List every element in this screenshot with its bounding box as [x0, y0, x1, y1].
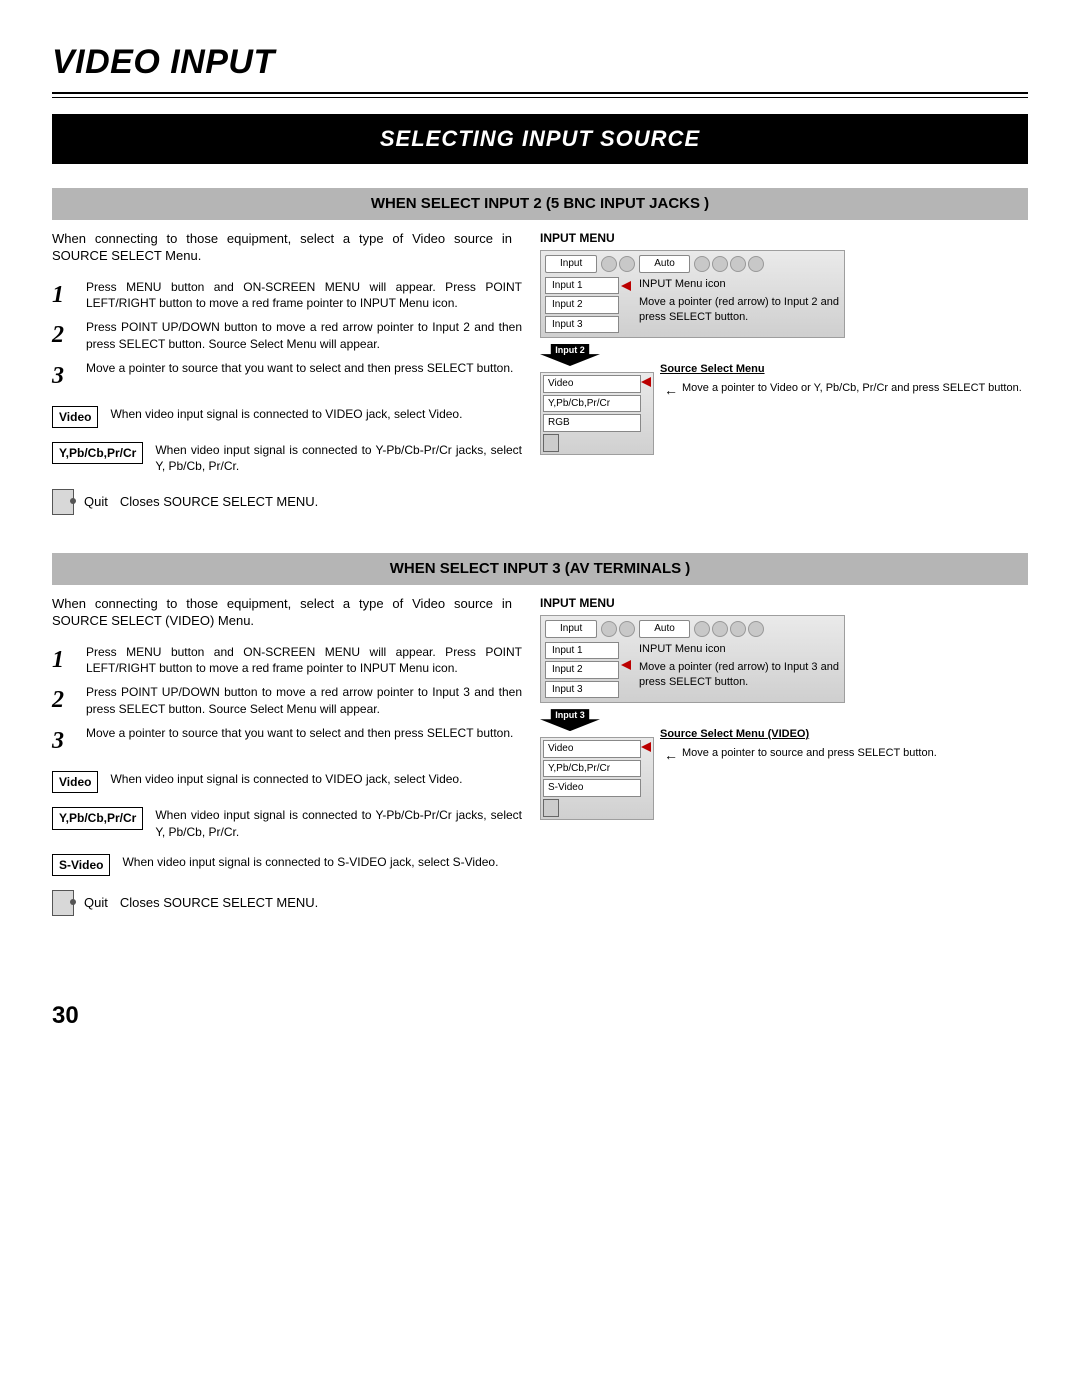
option-ypb-desc: When video input signal is connected to …: [155, 807, 522, 839]
option-quit-label: Quit: [84, 894, 108, 912]
option-svideo-label: S-Video: [52, 854, 110, 876]
intro-text: When connecting to those equipment, sele…: [52, 595, 512, 630]
exit-icon: [543, 434, 559, 452]
pointer-arrow-icon: ←: [664, 381, 678, 400]
option-quit-desc: Closes SOURCE SELECT MENU.: [120, 493, 318, 511]
subhead-input2: WHEN SELECT INPUT 2 (5 BNC INPUT JACKS ): [52, 188, 1028, 220]
step-text: Press POINT UP/DOWN button to move a red…: [86, 319, 522, 351]
option-video-desc: When video input signal is connected to …: [110, 406, 522, 422]
input-menu-screenshot: Input Auto Input 1 Input 2 Input 3 INPUT…: [540, 615, 845, 703]
menu-auto-btn: Auto: [639, 620, 690, 638]
down-arrow-icon: Input 3: [540, 709, 600, 731]
page-title: VIDEO INPUT: [52, 40, 1028, 86]
input-item: Input 3: [545, 681, 619, 699]
menu-icon: [730, 256, 746, 272]
input-item: Input 1: [545, 277, 619, 295]
menu-icon: [601, 256, 617, 272]
input-item: Input 1: [545, 642, 619, 660]
step-num: 2: [52, 684, 86, 716]
quit-icon: [52, 890, 74, 916]
step-num: 3: [52, 360, 86, 392]
section-banner: SELECTING INPUT SOURCE: [52, 114, 1028, 164]
source-menu-title: Source Select Menu (VIDEO): [660, 727, 1028, 742]
option-ypb-label: Y,Pb/Cb,Pr/Cr: [52, 807, 143, 829]
red-arrow-icon: [621, 660, 631, 670]
option-video-desc: When video input signal is connected to …: [110, 771, 522, 787]
option-ypb-desc: When video input signal is connected to …: [155, 442, 522, 474]
option-ypb-label: Y,Pb/Cb,Pr/Cr: [52, 442, 143, 464]
src-item: S-Video: [543, 779, 641, 797]
red-arrow-icon: [641, 377, 651, 387]
red-arrow-icon: [641, 742, 651, 752]
menu-icon: [694, 621, 710, 637]
input-menu-title: INPUT MENU: [540, 595, 1028, 611]
step-text: Move a pointer to source that you want t…: [86, 725, 522, 741]
menu-auto-btn: Auto: [639, 255, 690, 273]
step-num: 1: [52, 279, 86, 311]
rule-heavy: [52, 92, 1028, 94]
src-item: Y,Pb/Cb,Pr/Cr: [543, 760, 641, 778]
input-item: Input 3: [545, 316, 619, 334]
intro-text: When connecting to those equipment, sele…: [52, 230, 512, 265]
step-text: Press MENU button and ON-SCREEN MENU wil…: [86, 279, 522, 311]
source-select-screenshot: Video Y,Pb/Cb,Pr/Cr RGB: [540, 372, 654, 455]
note-text: INPUT Menu icon: [639, 642, 840, 657]
option-video-label: Video: [52, 406, 98, 428]
option-quit-label: Quit: [84, 493, 108, 511]
menu-icon: [748, 621, 764, 637]
option-video-label: Video: [52, 771, 98, 793]
menu-input-btn: Input: [545, 620, 597, 638]
note-text: Move a pointer (red arrow) to Input 2 an…: [639, 295, 840, 325]
input-item: Input 2: [545, 296, 619, 314]
note-text: Move a pointer (red arrow) to Input 3 an…: [639, 660, 840, 690]
subhead-input3: WHEN SELECT INPUT 3 (AV TERMINALS ): [52, 553, 1028, 585]
menu-icon: [694, 256, 710, 272]
rule-thin: [52, 97, 1028, 98]
src-item: Video: [543, 375, 641, 393]
exit-icon: [543, 799, 559, 817]
step-num: 2: [52, 319, 86, 351]
menu-icon: [712, 256, 728, 272]
option-quit-desc: Closes SOURCE SELECT MENU.: [120, 894, 318, 912]
menu-input-btn: Input: [545, 255, 597, 273]
menu-icon: [601, 621, 617, 637]
menu-icon: [619, 256, 635, 272]
red-arrow-icon: [621, 281, 631, 291]
src-item: Video: [543, 740, 641, 758]
src-item: Y,Pb/Cb,Pr/Cr: [543, 395, 641, 413]
option-svideo-desc: When video input signal is connected to …: [122, 854, 522, 870]
quit-icon: [52, 489, 74, 515]
step-text: Press MENU button and ON-SCREEN MENU wil…: [86, 644, 522, 676]
menu-icon: [730, 621, 746, 637]
input-menu-title: INPUT MENU: [540, 230, 1028, 246]
input-item: Input 2: [545, 661, 619, 679]
down-arrow-icon: Input 2: [540, 344, 600, 366]
step-num: 3: [52, 725, 86, 757]
source-note: Move a pointer to source and press SELEC…: [682, 746, 937, 761]
menu-icon: [748, 256, 764, 272]
input-menu-screenshot: Input Auto Input 1 Input 2 Input 3 INPUT…: [540, 250, 845, 338]
src-item: RGB: [543, 414, 641, 432]
source-menu-title: Source Select Menu: [660, 362, 1028, 377]
menu-icon: [619, 621, 635, 637]
step-text: Move a pointer to source that you want t…: [86, 360, 522, 376]
step-text: Press POINT UP/DOWN button to move a red…: [86, 684, 522, 716]
pointer-arrow-icon: ←: [664, 746, 678, 765]
menu-icon: [712, 621, 728, 637]
note-text: INPUT Menu icon: [639, 277, 840, 292]
source-select-screenshot: Video Y,Pb/Cb,Pr/Cr S-Video: [540, 737, 654, 820]
step-num: 1: [52, 644, 86, 676]
page-number: 30: [52, 1000, 1028, 1032]
source-note: Move a pointer to Video or Y, Pb/Cb, Pr/…: [682, 381, 1022, 396]
